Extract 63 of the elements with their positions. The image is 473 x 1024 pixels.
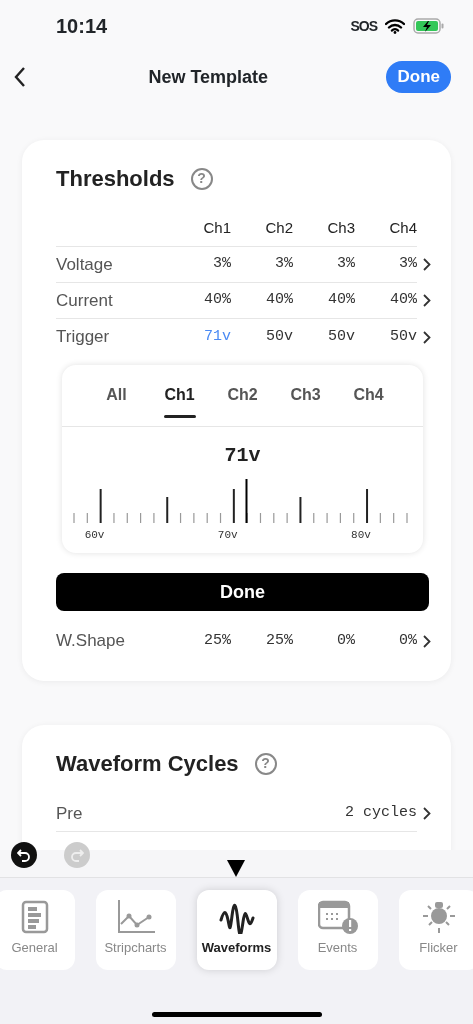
help-icon[interactable]: ? — [254, 752, 277, 775]
column-header: Ch2 — [264, 218, 293, 239]
value-cell[interactable]: 3% — [355, 253, 417, 276]
tab-button[interactable]: Waveforms — [196, 890, 277, 970]
picker-value: 71v — [223, 443, 262, 469]
battery-icon — [413, 18, 445, 34]
row-label: Voltage — [56, 253, 114, 276]
tick-label: 60v — [84, 528, 105, 543]
value-cell[interactable]: 0% — [355, 629, 417, 653]
value-cell[interactable]: 2 cycles — [345, 802, 417, 825]
redo-icon — [70, 848, 84, 862]
value-cell[interactable]: 25% — [169, 629, 231, 653]
status-time: 10:14 — [56, 14, 108, 39]
tab-label: General — [11, 939, 58, 957]
row-label: W.Shape — [56, 630, 126, 653]
calendar-alert-icon — [317, 900, 358, 934]
bulb-icon — [421, 900, 456, 934]
value-cell[interactable]: 50v — [355, 325, 417, 349]
channel-tab[interactable]: Ch4 — [337, 365, 400, 426]
tab-button[interactable]: General — [0, 890, 75, 970]
done-button[interactable]: Done — [386, 61, 451, 93]
tick-label: 70v — [217, 528, 238, 543]
channel-tab[interactable]: Ch2 — [211, 365, 274, 426]
row-label: Current — [56, 289, 114, 312]
value-cell[interactable]: 3% — [231, 253, 293, 276]
carrier-label: SOS — [350, 16, 377, 36]
document-icon — [20, 900, 49, 934]
line-chart-icon — [116, 900, 155, 934]
section-title: Thresholds — [56, 165, 175, 193]
tab-label: Flicker — [419, 939, 458, 957]
value-cell[interactable]: 40% — [231, 289, 293, 312]
tab-label: Waveforms — [201, 939, 272, 957]
wifi-icon — [385, 18, 405, 34]
tab-button[interactable]: Flicker — [398, 890, 473, 970]
pointer-icon — [227, 860, 245, 877]
value-cell[interactable]: 25% — [231, 629, 293, 653]
column-header: Ch1 — [202, 218, 231, 239]
tab-label: Stripcharts — [104, 939, 167, 957]
value-cell[interactable]: 50v — [231, 325, 293, 349]
done-button[interactable]: Done — [56, 573, 429, 611]
channel-tab[interactable]: All — [85, 365, 148, 426]
help-icon[interactable]: ? — [190, 167, 213, 190]
value-cell[interactable]: 0% — [293, 629, 355, 653]
tick-label: 80v — [351, 528, 371, 543]
row-label: Pre — [56, 802, 84, 825]
value-cell[interactable]: 3% — [293, 253, 355, 276]
section-title: Waveform Cycles — [56, 750, 239, 778]
tab-button[interactable]: Stripcharts — [95, 890, 176, 970]
value-cell[interactable]: 40% — [355, 289, 417, 312]
value-cell[interactable]: 50v — [293, 325, 355, 349]
undo-icon — [17, 848, 31, 862]
tab-label: Events — [317, 939, 358, 957]
channel-tab[interactable]: Ch3 — [274, 365, 337, 426]
screen-title: New Template — [148, 65, 269, 89]
column-header: Ch3 — [326, 218, 355, 239]
value-cell[interactable]: 3% — [169, 253, 231, 276]
channel-tab[interactable]: Ch1 — [148, 365, 211, 426]
undo-button[interactable] — [11, 842, 37, 868]
value-cell[interactable]: 40% — [293, 289, 355, 312]
row-label: Trigger — [56, 326, 111, 349]
tab-button[interactable]: Events — [297, 890, 378, 970]
value-cell[interactable]: 40% — [169, 289, 231, 312]
column-header: Ch4 — [388, 218, 417, 239]
